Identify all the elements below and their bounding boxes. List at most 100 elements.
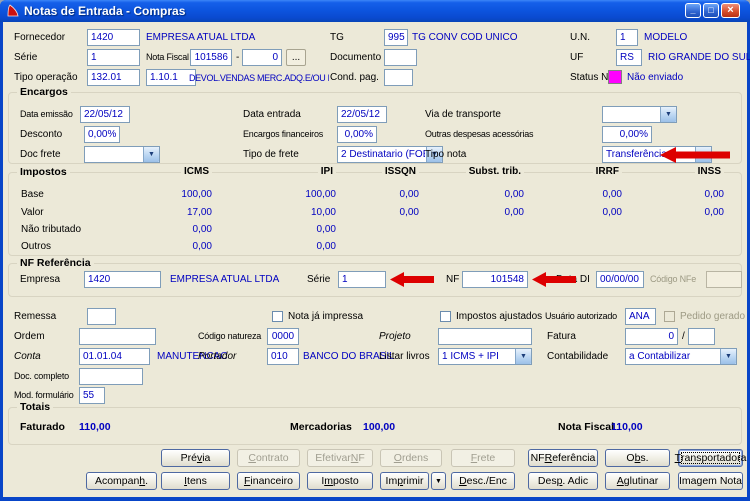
chevron-down-icon[interactable]: ▼ (143, 147, 159, 162)
imposto-cell: 0,00 (704, 189, 724, 200)
serie-field[interactable]: 1 (87, 49, 140, 66)
nf-referencia-button[interactable]: NF Referência (528, 449, 598, 467)
conta-label: Conta (14, 351, 41, 362)
imposto-cell: 0,00 (192, 241, 212, 252)
remessa-field[interactable] (87, 308, 116, 325)
transportadora-button[interactable]: Transportadora (675, 449, 746, 467)
tipo-nota-label: Tipo nota (425, 149, 467, 160)
impostos-title: Impostos (17, 166, 70, 178)
outras-despesas-field[interactable]: 0,00% (602, 126, 652, 143)
nota-fiscal-seq-field[interactable]: 0 (242, 49, 282, 66)
un-label: U.N. (570, 32, 590, 43)
nf-ref-nf-field[interactable]: 101548 (462, 271, 528, 288)
contabilidade-dropdown[interactable]: a Contabilizar ▼ (625, 348, 737, 365)
nf-ref-serie-field[interactable]: 1 (338, 271, 386, 288)
impostos-row-label: Valor (21, 207, 44, 218)
imagem-nota-button[interactable]: Imagem Nota (678, 472, 743, 490)
usuario-autorizado-field[interactable]: ANA (625, 308, 656, 325)
financeiro-button[interactable]: Financeiro (237, 472, 300, 490)
close-button[interactable]: × (721, 3, 740, 18)
tipo-nota-dropdown[interactable]: Transferência ▼ (602, 146, 712, 163)
impostos-ajustados-checkbox[interactable] (440, 311, 451, 322)
conta-field[interactable]: 01.01.04 (79, 348, 150, 365)
chevron-down-icon[interactable]: ▼ (720, 349, 736, 364)
codigo-nfe-label: Código NFe (650, 274, 697, 284)
outras-despesas-label: Outras despesas acessórias (425, 129, 534, 139)
fornecedor-label: Fornecedor (14, 32, 66, 43)
remessa-label: Remessa (14, 311, 57, 322)
previa-button[interactable]: Pré v ia (161, 449, 230, 467)
nota-ja-impressa-label: Nota já impressa (288, 311, 364, 322)
status-nfe-swatch (608, 70, 622, 84)
maximize-button[interactable]: □ (703, 3, 719, 18)
encargos-financeiros-field[interactable]: 0,00% (337, 126, 377, 143)
tipo-nota-value: Transferência (606, 149, 667, 160)
nota-fiscal-label: Nota Fiscal (146, 52, 189, 62)
listar-livros-dropdown[interactable]: 1 ICMS + IPI ▼ (438, 348, 532, 365)
imposto-cell: 0,00 (192, 224, 212, 235)
mercadorias-label: Mercadorias (290, 421, 352, 433)
app-window: Notas de Entrada - Compras _ □ × Fornece… (0, 0, 750, 501)
app-icon (7, 4, 19, 17)
imposto-cell: 10,00 (310, 207, 336, 218)
fatura-field[interactable]: 0 (625, 328, 678, 345)
imposto-cell: 17,00 (186, 207, 212, 218)
nota-fiscal-total-label: Nota Fiscal (558, 421, 615, 433)
itens-button[interactable]: Itens (161, 472, 230, 490)
doc-frete-label: Doc frete (20, 149, 61, 160)
chevron-down-icon[interactable]: ▼ (515, 349, 531, 364)
data-emissao-label: Data emissão (20, 109, 73, 119)
impostos-row-label: Outros (21, 241, 52, 252)
via-transporte-dropdown[interactable]: ▼ (602, 106, 677, 123)
desp-adic-button[interactable]: Des p. Adic (528, 472, 598, 490)
aglutinar-button[interactable]: Aglutinar (605, 472, 670, 490)
chevron-down-icon[interactable]: ▼ (695, 147, 711, 162)
tg-code-field[interactable]: 995 (384, 29, 408, 46)
un-name-text: MODELO (644, 32, 688, 43)
chevron-down-icon[interactable]: ▼ (660, 107, 676, 122)
tg-name-text: TG CONV COD UNICO (412, 32, 518, 43)
data-di-field[interactable]: 00/00/00 (596, 271, 644, 288)
imposto-button[interactable]: Im posto (307, 472, 373, 490)
projeto-label: Projeto (379, 331, 411, 342)
ordem-field[interactable] (79, 328, 156, 345)
fatura-seq-field[interactable] (688, 328, 715, 345)
fornecedor-name-text: EMPRESA ATUAL LTDA (146, 32, 256, 43)
doc-frete-dropdown[interactable]: ▼ (84, 146, 160, 163)
acompanh-button[interactable]: Acompan h. (86, 472, 157, 490)
desc-enc-button[interactable]: Desc./Enc (451, 472, 515, 490)
tipo-frete-label: Tipo de frete (243, 149, 299, 160)
minimize-button[interactable]: _ (685, 3, 701, 18)
projeto-field[interactable] (438, 328, 532, 345)
nota-fiscal-total-value: 110,00 (611, 421, 643, 433)
mod-formulario-field[interactable]: 55 (79, 387, 105, 404)
nf-ref-serie-label: Série (307, 274, 331, 285)
cond-pag-field[interactable] (384, 69, 413, 86)
tipo-frete-value: 2 Destinatario (FOB) (341, 149, 425, 160)
codigo-natureza-label: Código natureza (198, 331, 262, 341)
desconto-field[interactable]: 0,00% (84, 126, 120, 143)
nota-ja-impressa-checkbox[interactable] (272, 311, 283, 322)
data-entrada-field[interactable]: 22/05/12 (337, 106, 387, 123)
codigo-natureza-field[interactable]: 0000 (267, 328, 299, 345)
imposto-cell: 100,00 (305, 189, 336, 200)
totais-title: Totais (17, 401, 54, 413)
via-transporte-label: Via de transporte (425, 109, 501, 120)
browse-button[interactable]: ... (286, 49, 306, 66)
obs-button[interactable]: Ob s. (605, 449, 670, 467)
portador-field[interactable]: 010 (267, 348, 299, 365)
nota-fiscal-field[interactable]: 101586 (190, 49, 232, 66)
imprimir-menu-button[interactable]: ▼ (431, 472, 446, 490)
fornecedor-code-field[interactable]: 1420 (87, 29, 140, 46)
empresa-code-field[interactable]: 1420 (84, 271, 161, 288)
documento-field[interactable] (384, 49, 417, 66)
doc-completo-field[interactable] (79, 368, 143, 385)
tipo-operacao-code1-field[interactable]: 132.01 (87, 69, 140, 86)
uf-code-field[interactable]: RS (616, 49, 642, 66)
portador-label: Portador (198, 351, 237, 362)
data-emissao-field[interactable]: 22/05/12 (80, 106, 130, 123)
un-code-field[interactable]: 1 (616, 29, 638, 46)
imprimir-button[interactable]: Im p rimir (380, 472, 429, 490)
uf-label: UF (570, 52, 584, 63)
contabilidade-value: a Contabilizar (629, 351, 691, 362)
